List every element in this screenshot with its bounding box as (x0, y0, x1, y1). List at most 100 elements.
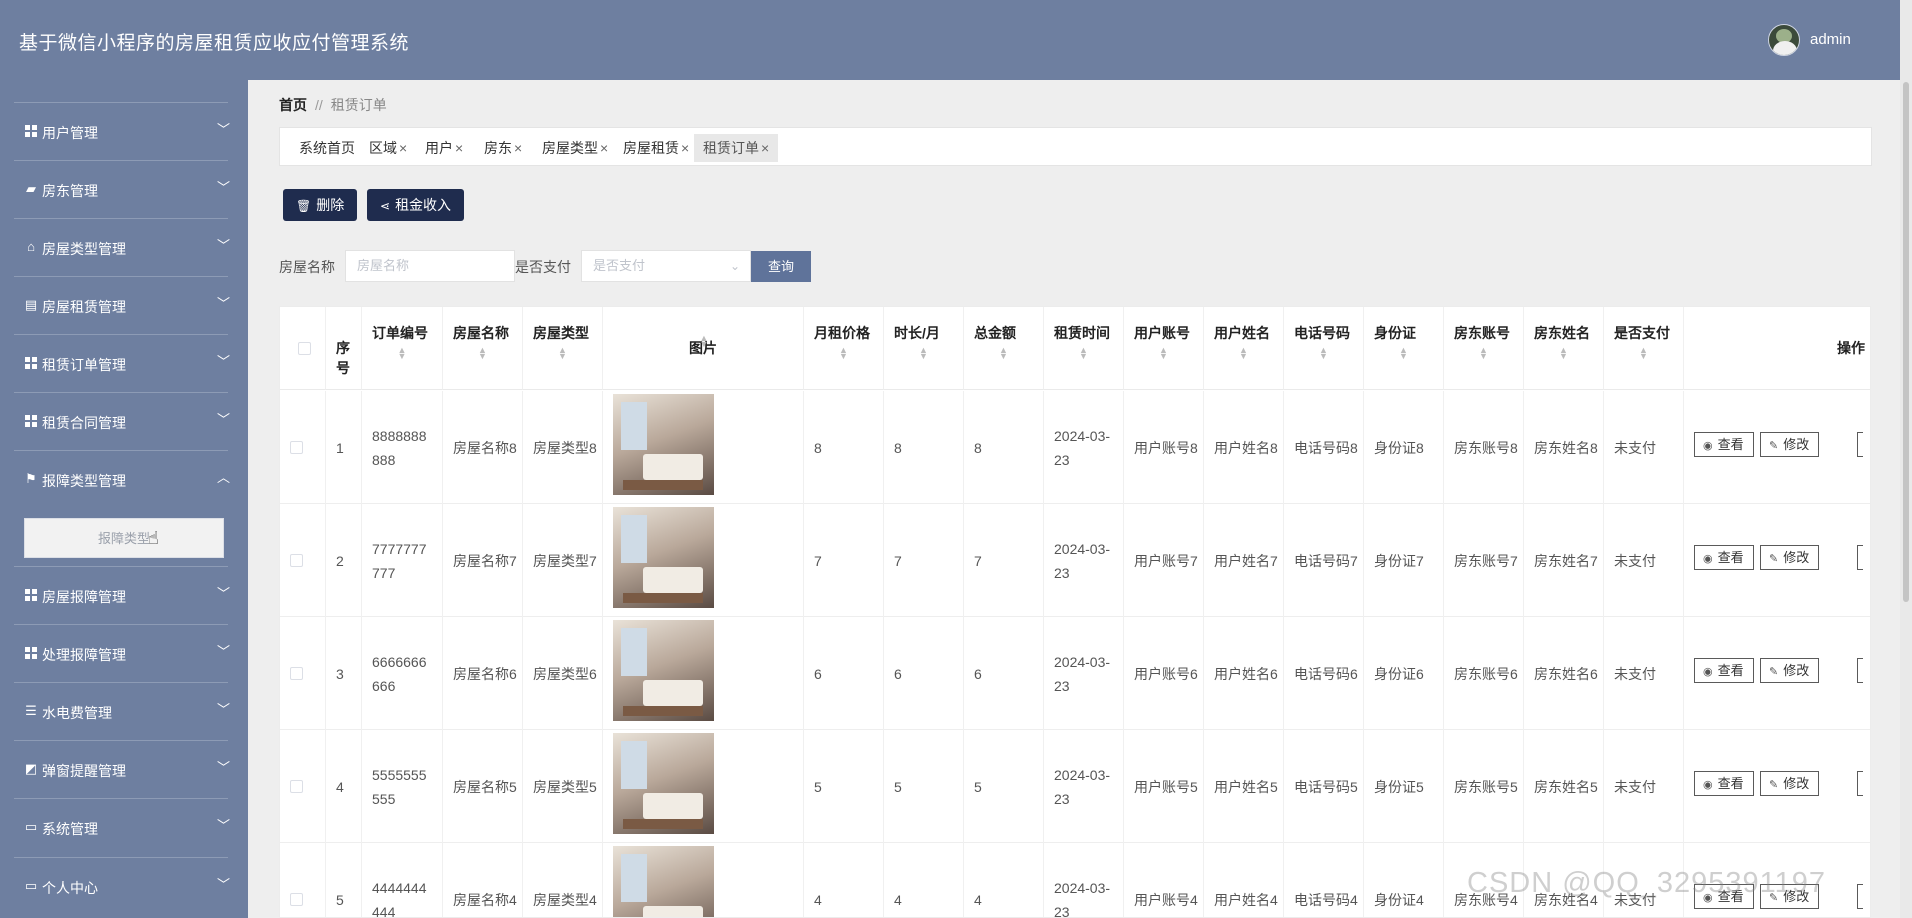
sidebar-item[interactable]: 用户管理 ﹀ (0, 102, 248, 160)
house-name-input[interactable]: 房屋名称 (345, 250, 515, 282)
view-button[interactable]: ◉ 查看 (1694, 771, 1754, 796)
column-header[interactable]: 时长/月 ▲ ▼ (884, 307, 964, 390)
close-icon[interactable]: × (681, 140, 689, 156)
sidebar-item[interactable]: ⌂ 房屋类型管理 ﹀ (0, 218, 248, 276)
sidebar-item[interactable]: 租赁合同管理 ﹀ (0, 392, 248, 450)
sidebar-item[interactable]: ▭ 个人中心 ﹀ (0, 857, 248, 915)
row-checkbox[interactable] (290, 667, 303, 680)
tab-item[interactable]: 用户 × (416, 134, 472, 162)
sort-icon[interactable]: ▲ ▼ (839, 346, 849, 361)
user-avatar[interactable] (1768, 24, 1800, 56)
tab-item[interactable]: 房东 × (475, 134, 531, 162)
table-row[interactable]: 2 7777777777 房屋名称7 房屋类型7 7 7 7 2024-03-23 用户账号7 用… (280, 504, 1870, 617)
cell-user-account: 用户账号5 (1134, 778, 1198, 795)
house-thumbnail[interactable] (613, 394, 714, 495)
delete-row-button[interactable] (1857, 658, 1863, 683)
sidebar-item[interactable]: 租赁订单管理 ﹀ (0, 334, 248, 392)
sort-icon[interactable]: ▲ ▼ (1479, 346, 1489, 361)
house-thumbnail[interactable] (613, 846, 714, 917)
sidebar-item[interactable]: ▭ 系统管理 ﹀ (0, 798, 248, 856)
query-button[interactable]: 查询 (751, 251, 811, 282)
tab-item[interactable]: 系统首页 (290, 134, 364, 162)
delete-row-button[interactable] (1857, 771, 1863, 796)
column-header[interactable]: 总金额 ▲ ▼ (964, 307, 1044, 390)
table-cell: 7 (884, 504, 964, 617)
breadcrumb-home[interactable]: 首页 (279, 97, 307, 113)
sort-icon[interactable]: ▲ ▼ (1559, 346, 1569, 361)
tab-item[interactable]: 房屋类型 × (533, 134, 617, 162)
column-header[interactable]: 月租价格 ▲ ▼ (804, 307, 884, 390)
delete-row-button[interactable] (1857, 432, 1863, 457)
sidebar-item[interactable]: ▤ 房屋租赁管理 ﹀ (0, 276, 248, 334)
edit-button[interactable]: ✎ 修改 (1760, 545, 1820, 570)
tab-item[interactable]: 区域 × (360, 134, 416, 162)
paid-select[interactable]: 是否支付 ⌄ (581, 250, 751, 282)
table-row[interactable]: 3 6666666666 房屋名称6 房屋类型6 6 6 6 2024-03-23 用户账号6 用… (280, 617, 1870, 730)
delete-row-button[interactable] (1857, 545, 1863, 570)
sort-icon[interactable]: ▲ ▼ (1399, 346, 1409, 361)
sort-icon[interactable]: ▲ ▼ (1319, 346, 1329, 361)
column-header[interactable]: 订单编号 ▲ ▼ (362, 307, 443, 390)
sort-icon[interactable]: ▲ ▼ (1239, 346, 1249, 361)
sort-icon[interactable]: ▲ ▼ (1159, 346, 1169, 361)
sort-icon[interactable]: ▲ ▼ (1639, 346, 1649, 361)
user-name[interactable]: admin (1810, 31, 1851, 48)
cell-order-no: 4444444444 (372, 879, 427, 918)
close-icon[interactable]: × (399, 140, 407, 156)
page-scrollbar-thumb[interactable] (1903, 82, 1909, 602)
close-icon[interactable]: × (514, 140, 522, 156)
row-checkbox[interactable] (290, 441, 303, 454)
column-header[interactable]: 图片 ▲ ▼ (603, 307, 804, 390)
tab-item[interactable]: 租赁订单 × (694, 134, 779, 162)
sort-icon[interactable]: ▲ ▼ (919, 346, 929, 361)
sidebar-subitem-fault-type[interactable]: 报障类型 (24, 518, 224, 558)
close-icon[interactable]: × (455, 140, 463, 156)
view-button[interactable]: ◉ 查看 (1694, 545, 1754, 570)
sidebar-item[interactable]: 房屋报障管理 ﹀ (0, 566, 248, 624)
house-thumbnail[interactable] (613, 620, 714, 721)
sort-icon[interactable]: ▲ ▼ (1079, 346, 1089, 361)
column-header[interactable]: 身份证 ▲ ▼ (1364, 307, 1444, 390)
column-header[interactable]: 房东账号 ▲ ▼ (1444, 307, 1524, 390)
table-cell: 2 (326, 504, 362, 617)
sidebar-item[interactable]: 处理报障管理 ﹀ (0, 624, 248, 682)
cell-duration: 6 (894, 665, 902, 682)
delete-row-button[interactable] (1857, 884, 1863, 909)
sidebar-item[interactable]: ⚑ 报障类型管理 ︿ (0, 450, 248, 508)
sidebar-item[interactable]: ◩ 弹窗提醒管理 ﹀ (0, 740, 248, 798)
view-button[interactable]: ◉ 查看 (1694, 658, 1754, 683)
sort-icon[interactable]: ▲ ▼ (397, 346, 407, 361)
sort-icon[interactable]: ▲ ▼ (999, 346, 1009, 361)
sort-icon[interactable]: ▲ ▼ (699, 334, 709, 349)
delete-button[interactable]: 🗑 删除 (283, 189, 358, 221)
sidebar-item[interactable]: ▰ 房东管理 ﹀ (0, 160, 248, 218)
table-row[interactable]: 4 5555555555 房屋名称5 房屋类型5 5 5 5 2024-03-23 用户账号5 用… (280, 730, 1870, 843)
column-header[interactable]: 租赁时间 ▲ ▼ (1044, 307, 1124, 390)
close-icon[interactable]: × (761, 140, 769, 156)
close-icon[interactable]: × (600, 140, 608, 156)
view-button[interactable]: ◉ 查看 (1694, 432, 1754, 457)
column-header[interactable]: 是否支付 ▲ ▼ (1604, 307, 1684, 390)
row-checkbox[interactable] (290, 780, 303, 793)
column-header[interactable]: 房屋名称 ▲ ▼ (443, 307, 523, 390)
table-row[interactable]: 1 8888888888 房屋名称8 房屋类型8 8 8 8 2024-03-23 用户账号8 用… (280, 391, 1870, 504)
house-thumbnail[interactable] (613, 733, 714, 834)
house-thumbnail[interactable] (613, 507, 714, 608)
tab-item[interactable]: 房屋租赁 × (614, 134, 698, 162)
column-header[interactable]: 房屋类型 ▲ ▼ (523, 307, 603, 390)
column-header[interactable]: 电话号码 ▲ ▼ (1284, 307, 1364, 390)
row-checkbox[interactable] (290, 893, 303, 906)
edit-button[interactable]: ✎ 修改 (1760, 432, 1820, 457)
sort-icon[interactable]: ▲ ▼ (558, 346, 568, 361)
column-header[interactable]: 用户姓名 ▲ ▼ (1204, 307, 1284, 390)
select-all-checkbox[interactable] (298, 342, 311, 355)
edit-button[interactable]: ✎ 修改 (1760, 771, 1820, 796)
column-header[interactable]: 房东姓名 ▲ ▼ (1524, 307, 1604, 390)
column-header[interactable]: 用户账号 ▲ ▼ (1124, 307, 1204, 390)
cell-id-card: 身份证8 (1374, 439, 1424, 456)
edit-button[interactable]: ✎ 修改 (1760, 658, 1820, 683)
sort-icon[interactable]: ▲ ▼ (478, 346, 488, 361)
rent-income-button[interactable]: ⋖ 租金收入 (367, 189, 465, 221)
row-checkbox[interactable] (290, 554, 303, 567)
sidebar-item[interactable]: ☰ 水电费管理 ﹀ (0, 682, 248, 740)
